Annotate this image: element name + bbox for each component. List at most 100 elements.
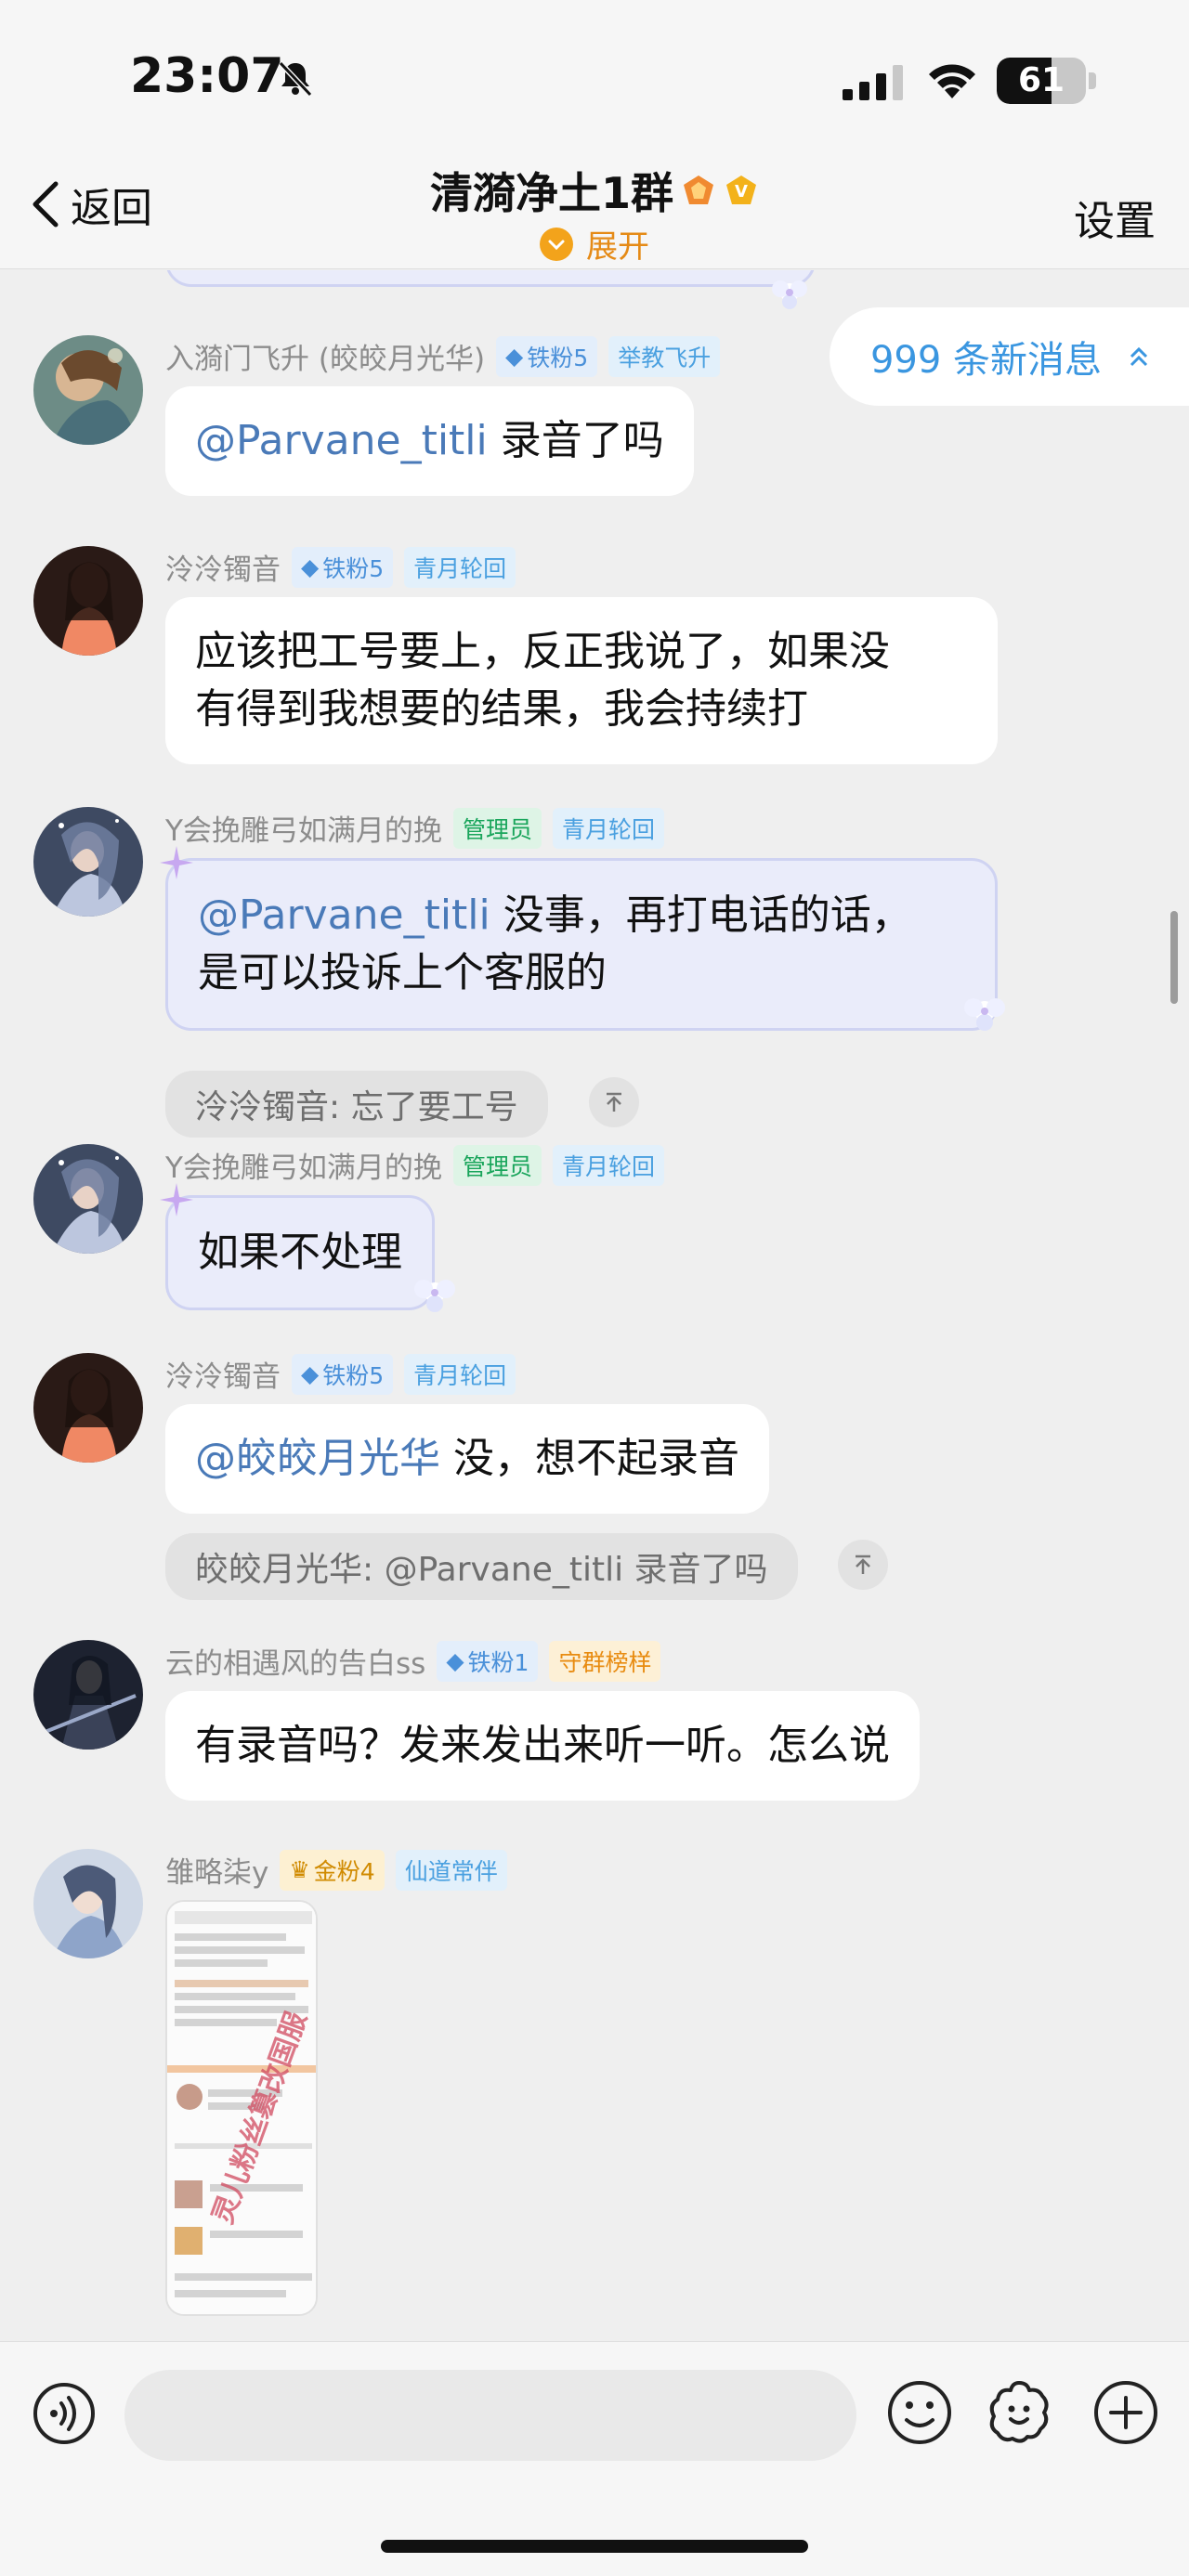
jump-to-quote-button[interactable] xyxy=(589,1077,639,1127)
title-badge: 青月轮回 xyxy=(552,807,664,849)
message-bubble[interactable]: 如果不处理 xyxy=(165,1195,435,1310)
diamond-icon: ◆ xyxy=(446,1647,464,1674)
jump-to-quote-button[interactable] xyxy=(838,1540,888,1590)
new-messages-button[interactable]: 999 条新消息 xyxy=(829,307,1189,406)
fan-level-label: 铁粉5 xyxy=(322,1361,385,1389)
nav-bar: 返回 清漪净土1群 V 展开 设置 xyxy=(0,139,1189,269)
chat-list[interactable]: 999 条新消息 入漪门飞升 (皎皎月光华) ◆ 铁粉5 举教飞升 @Parvan… xyxy=(0,270,1189,2341)
mention-link[interactable]: @Parvane_titli xyxy=(198,891,490,939)
sparkle-decoration-icon xyxy=(160,846,193,879)
title-badge: 仙道常伴 xyxy=(395,1849,507,1891)
sender-line: Y会挽雕弓如满月的挽 管理员 青月轮回 xyxy=(165,807,664,849)
crown-icon: ♛ xyxy=(289,1856,310,1883)
fan-level-badge: ◆ 铁粉5 xyxy=(292,546,394,588)
vip-badge-icon xyxy=(684,176,713,204)
message-text: 没，想不起录音 xyxy=(440,1435,739,1482)
title-badge: 青月轮回 xyxy=(552,1144,664,1186)
fan-level-badge: ◆ 铁粉1 xyxy=(437,1640,539,1682)
sparkle-decoration-icon xyxy=(160,1183,193,1216)
voice-icon[interactable] xyxy=(32,2381,97,2446)
expand-label: 展开 xyxy=(586,228,649,266)
avatar[interactable] xyxy=(33,1353,143,1463)
scrollbar[interactable] xyxy=(1170,911,1178,1004)
sender-name[interactable]: 入漪门飞升 (皎皎月光华) xyxy=(165,335,485,377)
message-bubble[interactable]: @皎皎月光华 没，想不起录音 xyxy=(165,1404,769,1514)
title-badge: 青月轮回 xyxy=(404,546,516,588)
sender-line: Y会挽雕弓如满月的挽 管理员 青月轮回 xyxy=(165,1144,664,1186)
fan-level-label: 铁粉1 xyxy=(467,1648,529,1676)
fan-level-badge: ♛ 金粉4 xyxy=(280,1849,385,1891)
expand-toggle[interactable]: 展开 xyxy=(0,221,1189,267)
bell-muted-icon xyxy=(278,60,313,98)
message-bubble[interactable]: @Parvane_titli 录音了吗 xyxy=(165,386,694,496)
message-bubble[interactable]: 应该把工号要上，反正我说了，如果没 有得到我想要的结果，我会持续打 xyxy=(165,597,998,764)
message-text-line: 应该把工号要上，反正我说了，如果没 xyxy=(195,628,890,675)
diamond-icon: ◆ xyxy=(301,1360,320,1387)
arrow-up-icon xyxy=(607,1092,621,1112)
sender-name[interactable]: 泠泠镯音 xyxy=(165,1353,281,1395)
fan-level-label: 铁粉5 xyxy=(527,344,589,371)
quoted-reply[interactable]: 泠泠镯音: 忘了要工号 xyxy=(165,1071,548,1138)
message-bubble[interactable]: 有录音吗？发来发出来听一听。怎么说 xyxy=(165,1691,920,1801)
message-text-line: 有得到我想要的结果，我会持续打 xyxy=(195,685,808,733)
plus-icon[interactable] xyxy=(1092,2379,1159,2446)
avatar[interactable] xyxy=(33,1849,143,1958)
double-chevron-up-icon xyxy=(1130,346,1148,367)
partial-bubble xyxy=(165,270,816,287)
title-badge: 举教飞升 xyxy=(608,335,721,377)
sender-line: 入漪门飞升 (皎皎月光华) ◆ 铁粉5 举教飞升 xyxy=(165,335,721,377)
flower-decoration-icon xyxy=(964,998,1005,1031)
diamond-icon: ◆ xyxy=(505,343,524,370)
battery-tip xyxy=(1089,72,1096,89)
fan-level-badge: ◆ 铁粉5 xyxy=(292,1353,394,1395)
message-text-line: 是可以投诉上个客服的 xyxy=(198,949,607,996)
title-badge: 守群榜样 xyxy=(549,1640,661,1682)
sticker-icon[interactable] xyxy=(985,2377,1053,2446)
fan-level-badge: ◆ 铁粉5 xyxy=(496,335,598,377)
sender-name[interactable]: Y会挽雕弓如满月的挽 xyxy=(165,807,442,849)
svg-text:V: V xyxy=(735,182,748,202)
admin-badge: 管理员 xyxy=(452,807,542,849)
status-bar: 23:07 61 xyxy=(0,0,1189,158)
sender-line: 泠泠镯音 ◆ 铁粉5 青月轮回 xyxy=(165,546,516,588)
fan-level-label: 金粉4 xyxy=(313,1857,375,1885)
group-title[interactable]: 清漪净土1群 V xyxy=(0,160,1189,221)
input-bar xyxy=(0,2341,1189,2576)
sender-line: 雏略柒y ♛ 金粉4 仙道常伴 xyxy=(165,1849,507,1891)
verified-badge-icon: V xyxy=(726,176,756,204)
settings-button[interactable]: 设置 xyxy=(1074,188,1156,247)
sender-line: 云的相遇风的告白ss ◆ 铁粉1 守群榜样 xyxy=(165,1640,661,1682)
avatar[interactable] xyxy=(33,1640,143,1750)
flower-decoration-icon xyxy=(414,1280,455,1312)
home-indicator[interactable] xyxy=(381,2540,808,2553)
status-time: 23:07 xyxy=(130,48,284,104)
message-input[interactable] xyxy=(124,2370,856,2461)
sender-name[interactable]: 云的相遇风的告白ss xyxy=(165,1640,425,1682)
battery-level: 61 xyxy=(1017,61,1065,99)
mention-link[interactable]: @Parvane_titli xyxy=(195,417,488,464)
sender-line: 泠泠镯音 ◆ 铁粉5 青月轮回 xyxy=(165,1353,516,1395)
wifi-icon xyxy=(929,64,975,98)
message-bubble[interactable]: @Parvane_titli 没事，再打电话的话， 是可以投诉上个客服的 xyxy=(165,858,998,1031)
diamond-icon: ◆ xyxy=(301,553,320,580)
quoted-reply[interactable]: 皎皎月光华: @Parvane_titli 录音了吗 xyxy=(165,1533,798,1600)
image-message[interactable]: 灵儿粉丝篡改国服 xyxy=(165,1900,318,2316)
sender-name[interactable]: 雏略柒y xyxy=(165,1849,268,1891)
fan-level-label: 铁粉5 xyxy=(322,554,385,582)
avatar[interactable] xyxy=(33,546,143,656)
arrow-up-icon xyxy=(856,1555,870,1574)
avatar[interactable] xyxy=(33,807,143,917)
flower-decoration-icon xyxy=(772,280,807,309)
message-text-line: 没事，再打电话的话， xyxy=(490,891,912,939)
sender-name[interactable]: 泠泠镯音 xyxy=(165,546,281,588)
avatar[interactable] xyxy=(33,335,143,445)
title-badge: 青月轮回 xyxy=(404,1353,516,1395)
battery-icon: 61 xyxy=(997,58,1086,104)
mention-link[interactable]: @皎皎月光华 xyxy=(195,1435,440,1482)
avatar[interactable] xyxy=(33,1144,143,1254)
emoji-icon[interactable] xyxy=(886,2379,953,2446)
sender-name[interactable]: Y会挽雕弓如满月的挽 xyxy=(165,1144,442,1186)
group-title-text: 清漪净土1群 xyxy=(429,168,673,218)
chevron-down-icon xyxy=(540,227,573,261)
admin-badge: 管理员 xyxy=(452,1144,542,1186)
